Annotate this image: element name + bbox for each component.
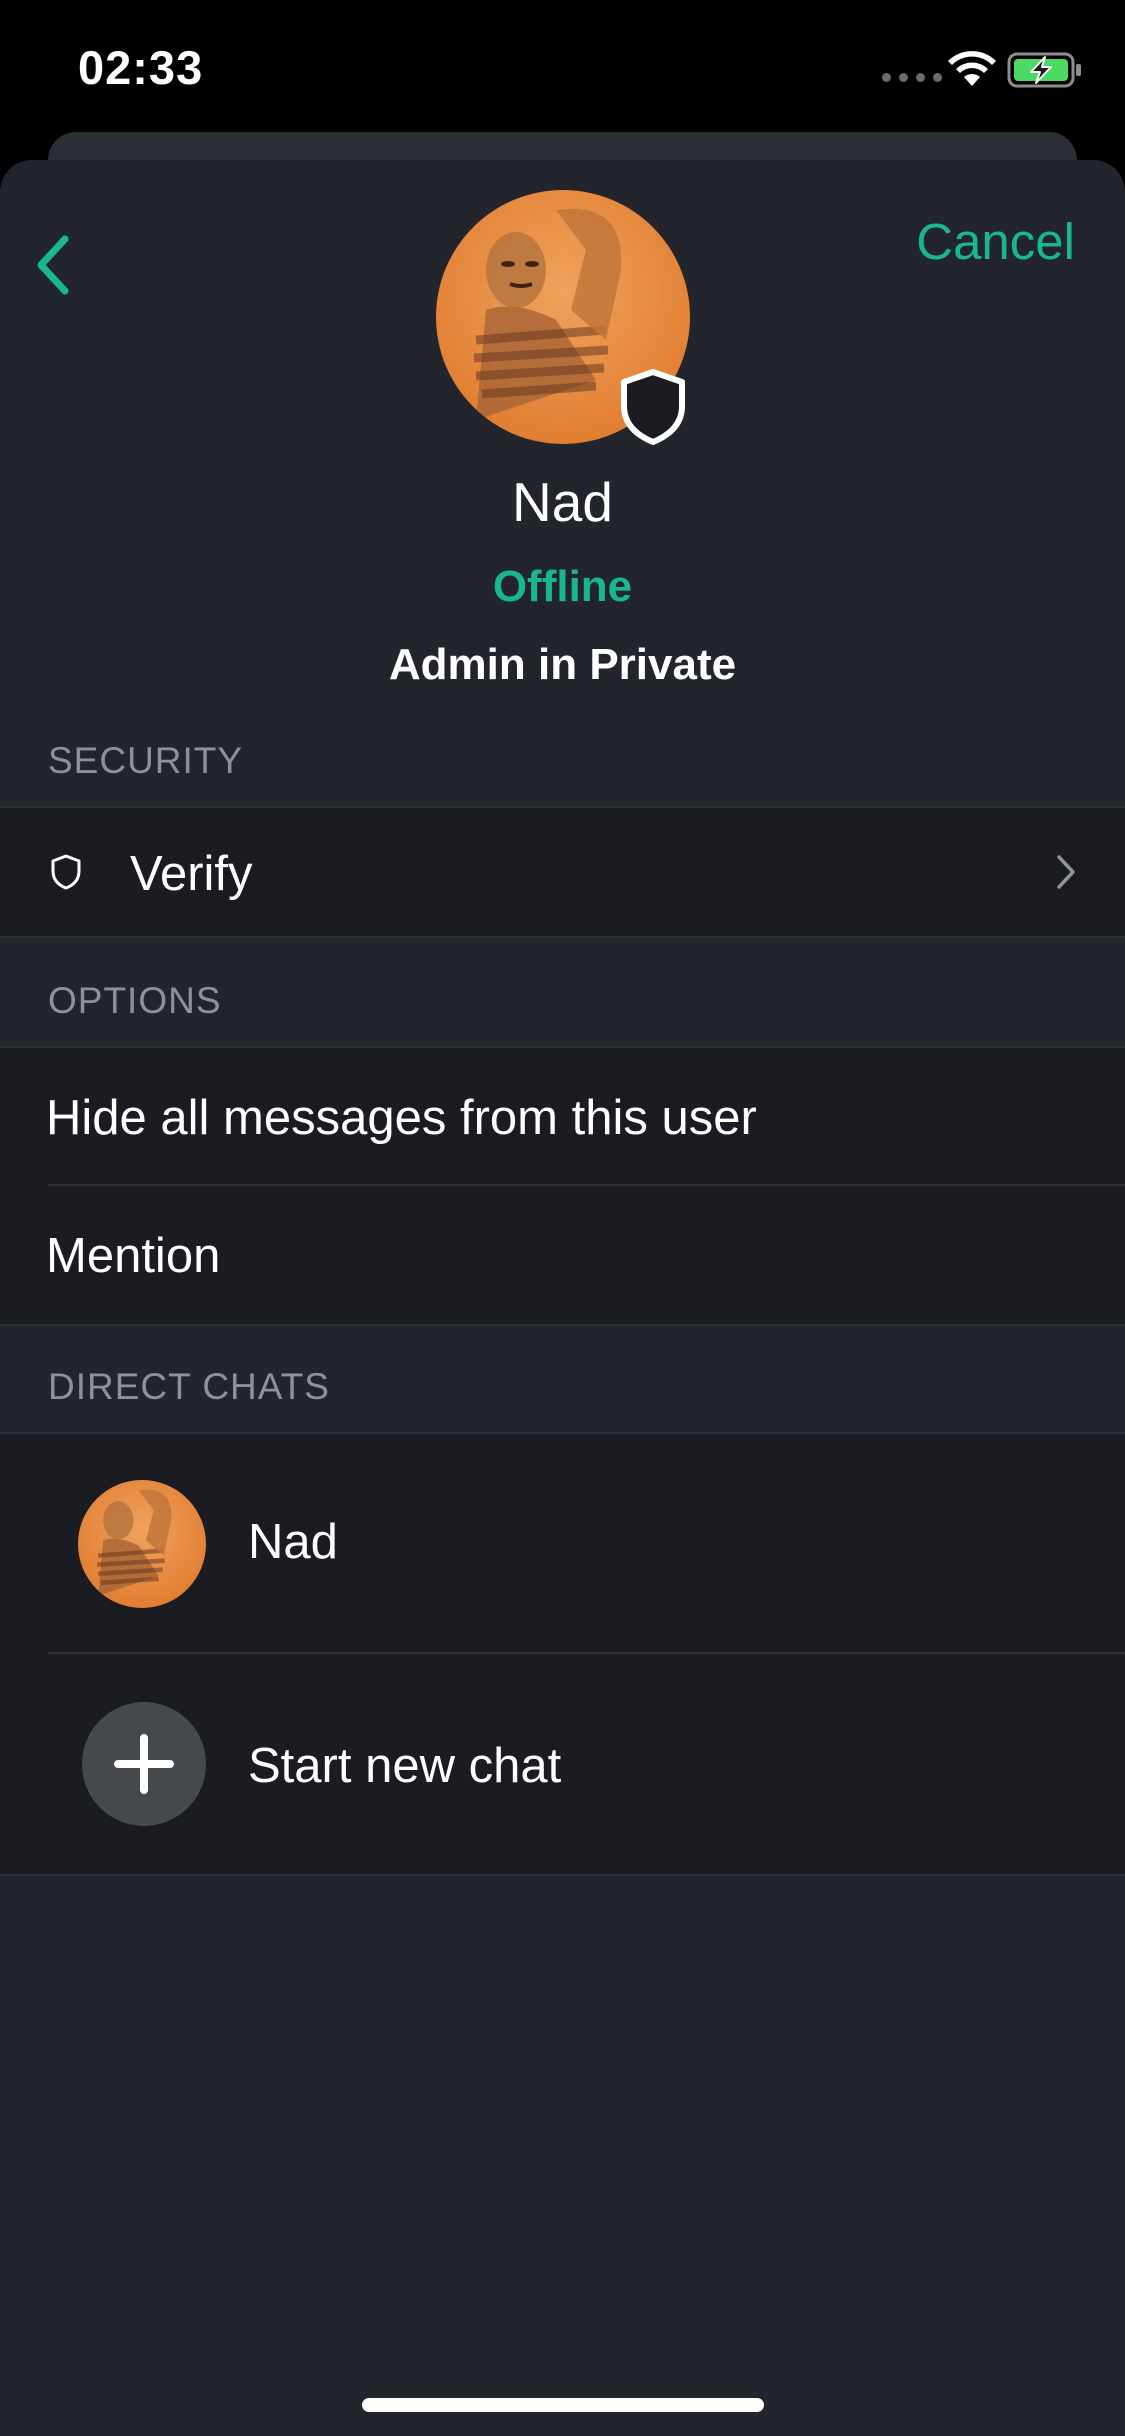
profile-role: Admin in Private <box>388 640 737 689</box>
start-new-chat-label: Start new chat <box>248 1739 562 1793</box>
chevron-left-icon <box>37 235 69 295</box>
battery-charging-icon <box>1007 52 1081 88</box>
direct-chat-row[interactable]: Nad <box>0 1434 1125 1652</box>
section-header-security: SECURITY <box>48 740 244 781</box>
avatar <box>78 1480 206 1608</box>
screen: 02:33 Cancel Nad Offline Admin in Privat… <box>0 0 1125 2436</box>
cellular-signal-icon <box>882 73 942 82</box>
cancel-button[interactable]: Cancel <box>916 212 1075 271</box>
profile-name: Nad <box>512 471 613 533</box>
plus-button <box>82 1702 206 1826</box>
start-new-chat-row[interactable]: Start new chat <box>0 1654 1125 1874</box>
hide-messages-label: Hide all messages from this user <box>46 1091 757 1145</box>
hide-messages-row[interactable]: Hide all messages from this user <box>0 1048 1125 1184</box>
home-indicator[interactable] <box>362 2398 764 2412</box>
mention-label: Mention <box>46 1229 221 1283</box>
verify-row[interactable]: Verify <box>0 808 1125 936</box>
plus-icon <box>114 1734 174 1794</box>
status-bar: 02:33 <box>0 0 1125 140</box>
user-info-sheet: Cancel Nad Offline Admin in Private SECU… <box>0 160 1125 2436</box>
divider <box>0 1324 1125 1326</box>
direct-chat-name: Nad <box>248 1515 338 1569</box>
avatar-photo <box>78 1480 206 1608</box>
chevron-right-icon <box>1057 855 1075 889</box>
section-header-direct-chats: DIRECT CHATS <box>48 1366 330 1407</box>
shield-icon <box>51 854 81 890</box>
verify-label: Verify <box>130 847 253 901</box>
status-time: 02:33 <box>78 41 204 94</box>
divider <box>0 936 1125 938</box>
wifi-icon <box>948 51 996 86</box>
back-button[interactable] <box>18 220 88 310</box>
shield-icon <box>621 369 685 445</box>
divider <box>0 1874 1125 1876</box>
mention-row[interactable]: Mention <box>0 1186 1125 1324</box>
profile-status: Offline <box>492 562 633 611</box>
section-header-options: OPTIONS <box>48 980 222 1021</box>
